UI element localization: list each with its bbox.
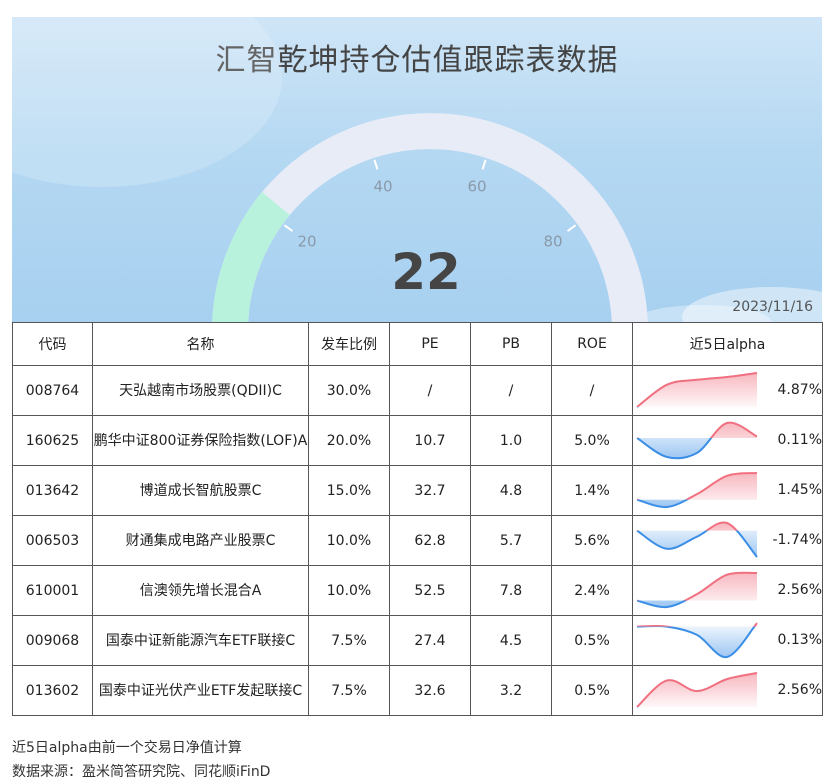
alpha-value: 2.56% bbox=[777, 682, 822, 698]
table-row: 006503 财通集成电路产业股票C 10.0% 62.8 5.7 5.6% -1.74% bbox=[12, 515, 823, 566]
cloud-decoration bbox=[12, 17, 282, 187]
header-roe: ROE bbox=[551, 322, 633, 366]
gauge-tick bbox=[481, 159, 487, 170]
pe-cell: / bbox=[389, 365, 471, 416]
table-row: 013642 博道成长智航股票C 15.0% 32.7 4.8 1.4% 1.45% bbox=[12, 465, 823, 516]
alpha-sparkline bbox=[636, 571, 758, 609]
pb-cell: 4.8 bbox=[470, 465, 552, 516]
date-label: 2023/11/16 bbox=[732, 299, 813, 315]
gauge-tick bbox=[373, 159, 379, 170]
name-cell: 国泰中证新能源汽车ETF联接C bbox=[92, 615, 309, 666]
gauge-value: 22 bbox=[391, 243, 461, 301]
alpha-value: 4.87% bbox=[777, 382, 822, 398]
gauge-tick-label: 40 bbox=[373, 177, 392, 195]
pe-cell: 62.8 bbox=[389, 515, 471, 566]
pe-cell: 32.6 bbox=[389, 665, 471, 716]
gauge-panel: 汇智乾坤持仓估值跟踪表数据 02040608010022 2023/11/16 bbox=[12, 17, 822, 323]
ratio-cell: 10.0% bbox=[308, 565, 390, 616]
header-name: 名称 bbox=[92, 322, 309, 366]
header-pb: PB bbox=[470, 322, 552, 366]
alpha-sparkline bbox=[636, 372, 758, 408]
header-code: 代码 bbox=[12, 322, 93, 366]
roe-cell: 5.6% bbox=[551, 515, 633, 566]
pb-cell: 7.8 bbox=[470, 565, 552, 616]
roe-cell: 0.5% bbox=[551, 615, 633, 666]
sparkline-negative-area bbox=[637, 626, 757, 658]
code-cell: 006503 bbox=[12, 515, 93, 566]
gauge-tick bbox=[566, 224, 577, 232]
alpha-cell: -1.74% bbox=[632, 515, 823, 566]
footnote-source: 数据来源：盈米简答研究院、同花顺iFinD bbox=[12, 764, 271, 780]
ratio-cell: 7.5% bbox=[308, 665, 390, 716]
name-cell: 鹏华中证800证券保险指数(LOF)A bbox=[92, 415, 309, 466]
roe-cell: 5.0% bbox=[551, 415, 633, 466]
gauge-tick-label: 60 bbox=[467, 177, 486, 195]
table-row: 610001 信澳领先增长混合A 10.0% 52.5 7.8 2.4% 2.56% bbox=[12, 565, 823, 616]
alpha-cell: 0.11% bbox=[632, 415, 823, 466]
gauge-tick bbox=[283, 224, 294, 232]
alpha-value: -1.74% bbox=[772, 532, 822, 548]
ratio-cell: 20.0% bbox=[308, 415, 390, 466]
gauge-tick-label: 80 bbox=[543, 233, 562, 251]
header-pe: PE bbox=[389, 322, 471, 366]
pb-cell: 4.5 bbox=[470, 615, 552, 666]
holdings-table: 代码 名称 发车比例 PE PB ROE 近5日alpha 008764 天弘越南… bbox=[12, 322, 823, 716]
sparkline-positive-area bbox=[637, 673, 757, 707]
header-ratio: 发车比例 bbox=[308, 322, 390, 366]
name-cell: 国泰中证光伏产业ETF发起联接C bbox=[92, 665, 309, 716]
code-cell: 013642 bbox=[12, 465, 93, 516]
ratio-cell: 7.5% bbox=[308, 615, 390, 666]
name-cell: 天弘越南市场股票(QDII)C bbox=[92, 365, 309, 416]
gauge-tick-label: 20 bbox=[297, 233, 316, 251]
alpha-value: 0.13% bbox=[777, 632, 822, 648]
alpha-value: 0.11% bbox=[777, 432, 822, 448]
alpha-cell: 2.56% bbox=[632, 565, 823, 616]
roe-cell: 0.5% bbox=[551, 665, 633, 716]
ratio-cell: 10.0% bbox=[308, 515, 390, 566]
code-cell: 160625 bbox=[12, 415, 93, 466]
pb-cell: 3.2 bbox=[470, 665, 552, 716]
alpha-cell: 4.87% bbox=[632, 365, 823, 416]
name-cell: 博道成长智航股票C bbox=[92, 465, 309, 516]
alpha-sparkline bbox=[636, 521, 758, 558]
ratio-cell: 15.0% bbox=[308, 465, 390, 516]
alpha-sparkline bbox=[636, 622, 758, 659]
pe-cell: 10.7 bbox=[389, 415, 471, 466]
code-cell: 013602 bbox=[12, 665, 93, 716]
sparkline-positive-area bbox=[637, 373, 757, 407]
header-alpha: 近5日alpha bbox=[632, 322, 823, 366]
pe-cell: 52.5 bbox=[389, 565, 471, 616]
roe-cell: 1.4% bbox=[551, 465, 633, 516]
code-cell: 009068 bbox=[12, 615, 93, 666]
name-cell: 财通集成电路产业股票C bbox=[92, 515, 309, 566]
alpha-value: 2.56% bbox=[777, 582, 822, 598]
pe-cell: 32.7 bbox=[389, 465, 471, 516]
table-row: 160625 鹏华中证800证券保险指数(LOF)A 20.0% 10.7 1.0 5.0… bbox=[12, 415, 823, 466]
code-cell: 610001 bbox=[12, 565, 93, 616]
name-cell: 信澳领先增长混合A bbox=[92, 565, 309, 616]
alpha-cell: 0.13% bbox=[632, 615, 823, 666]
alpha-cell: 2.56% bbox=[632, 665, 823, 716]
code-cell: 008764 bbox=[12, 365, 93, 416]
ratio-cell: 30.0% bbox=[308, 365, 390, 416]
sparkline-negative-area bbox=[637, 530, 757, 557]
roe-cell: 2.4% bbox=[551, 565, 633, 616]
pb-cell: 5.7 bbox=[470, 515, 552, 566]
alpha-value: 1.45% bbox=[777, 482, 822, 498]
alpha-sparkline bbox=[636, 672, 758, 708]
alpha-cell: 1.45% bbox=[632, 465, 823, 516]
footnote-alpha: 近5日alpha由前一个交易日净值计算 bbox=[12, 740, 242, 756]
alpha-sparkline bbox=[636, 472, 758, 509]
pb-cell: / bbox=[470, 365, 552, 416]
table-header-row: 代码 名称 发车比例 PE PB ROE 近5日alpha bbox=[12, 322, 823, 366]
alpha-sparkline bbox=[636, 421, 758, 460]
pb-cell: 1.0 bbox=[470, 415, 552, 466]
table-row: 008764 天弘越南市场股票(QDII)C 30.0% / //4.87% bbox=[12, 365, 823, 416]
gauge-value-arc bbox=[212, 192, 291, 323]
table-row: 009068 国泰中证新能源汽车ETF联接C 7.5% 27.4 4.5 0.5% 0.13… bbox=[12, 615, 823, 666]
valuation-gauge: 02040608010022 bbox=[12, 17, 822, 323]
pe-cell: 27.4 bbox=[389, 615, 471, 666]
roe-cell: / bbox=[551, 365, 633, 416]
table-row: 013602 国泰中证光伏产业ETF发起联接C 7.5% 32.6 3.2 0.5% 2.5… bbox=[12, 665, 823, 716]
